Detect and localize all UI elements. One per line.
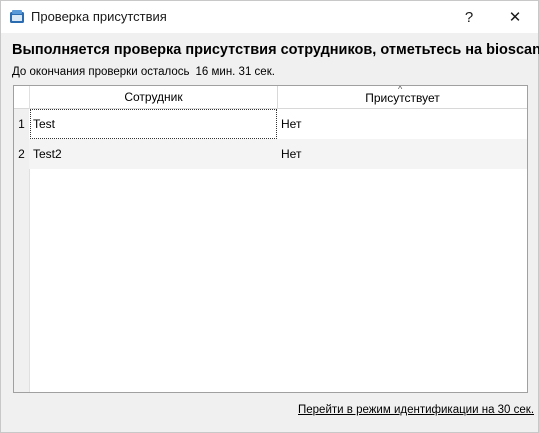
window-title: Проверка присутствия xyxy=(31,9,167,24)
cell-employee-name[interactable]: Test2 xyxy=(30,139,277,169)
cell-present-status[interactable]: Нет xyxy=(278,109,527,139)
table-row[interactable]: 1 Test Нет xyxy=(14,109,527,139)
countdown-value: 16 мин. 31 сек. xyxy=(195,66,275,78)
close-button[interactable]: ✕ xyxy=(493,1,537,33)
column-header-present-label: Присутствует xyxy=(365,91,440,105)
help-button[interactable]: ? xyxy=(447,1,491,33)
row-number[interactable]: 2 xyxy=(14,139,29,169)
close-icon: ✕ xyxy=(508,9,522,26)
column-header-employee[interactable]: Сотрудник xyxy=(30,86,278,109)
employee-table[interactable]: Сотрудник ^ Присутствует 1 Test Нет 2 Te… xyxy=(13,85,528,393)
identification-mode-link[interactable]: Перейти в режим идентификации на 30 сек. xyxy=(298,404,534,416)
cell-present-status[interactable]: Нет xyxy=(278,139,527,169)
sort-ascending-icon: ^ xyxy=(398,85,403,94)
table-row[interactable]: 2 Test2 Нет xyxy=(14,139,527,169)
countdown-label: До окончания проверки осталось xyxy=(12,66,190,78)
check-message: Выполняется проверка присутствия сотрудн… xyxy=(12,42,539,58)
table-corner[interactable] xyxy=(14,86,29,109)
column-header-present[interactable]: ^ Присутствует xyxy=(278,86,527,109)
title-bar[interactable]: Проверка присутствия ? ✕ xyxy=(1,1,538,33)
countdown-status: До окончания проверки осталось 16 мин. 31… xyxy=(12,66,275,78)
row-number[interactable]: 1 xyxy=(14,109,29,139)
dialog-window: Проверка присутствия ? ✕ Выполняется про… xyxy=(0,0,539,433)
cell-employee-name[interactable]: Test xyxy=(30,109,277,139)
help-icon: ? xyxy=(464,8,474,26)
window-app-icon xyxy=(9,9,25,24)
